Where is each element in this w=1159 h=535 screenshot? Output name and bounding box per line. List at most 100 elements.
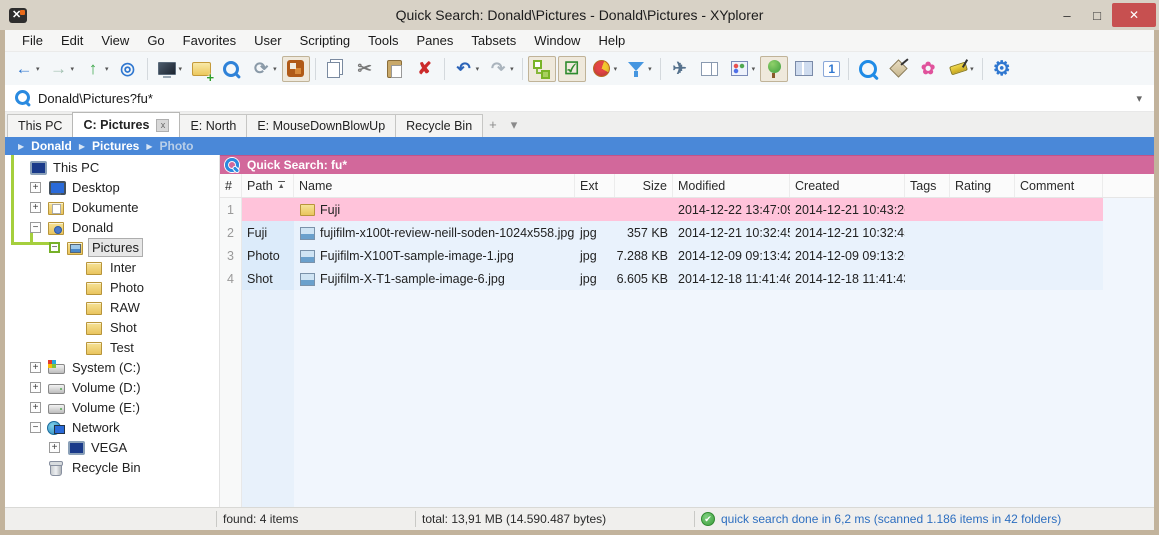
tree-item-inter[interactable]: Inter (5, 257, 219, 277)
maximize-button[interactable]: □ (1082, 4, 1112, 26)
up-button[interactable]: ↑▾ (79, 56, 112, 82)
breadcrumb-item-pictures[interactable]: Pictures (92, 139, 139, 153)
dropdown-caret-icon[interactable]: ▾ (179, 65, 183, 73)
column-header-created[interactable]: Created (790, 174, 905, 197)
cut-button[interactable]: ✂ (351, 56, 379, 82)
expand-box[interactable]: + (30, 382, 41, 393)
tree-item-volume-d[interactable]: +Volume (D:) (5, 377, 219, 397)
folder-size-pie-button[interactable]: ▾ (588, 56, 621, 82)
close-button[interactable]: ✕ (1112, 3, 1156, 27)
collapse-box[interactable]: − (30, 222, 41, 233)
dropdown-caret-icon[interactable]: ▾ (752, 65, 756, 73)
menu-item-tabsets[interactable]: Tabsets (462, 33, 525, 48)
column-header-tags[interactable]: Tags (905, 174, 950, 197)
menu-item-file[interactable]: File (13, 33, 52, 48)
tab-e-mousedownblowup[interactable]: E: MouseDownBlowUp (246, 114, 396, 137)
column-header-ext[interactable]: Ext (575, 174, 615, 197)
menu-item-window[interactable]: Window (525, 33, 589, 48)
expand-box[interactable]: + (30, 202, 41, 213)
tree-item-system-c[interactable]: +System (C:) (5, 357, 219, 377)
show-tree-button[interactable] (760, 56, 788, 82)
color-filter-button[interactable]: ✿ (914, 56, 942, 82)
refresh-button[interactable]: ⟳▾ (247, 56, 280, 82)
dropdown-caret-icon[interactable]: ▾ (510, 65, 514, 73)
visual-filter-button[interactable]: ▾ (622, 56, 655, 82)
label-button[interactable] (884, 56, 912, 82)
paste-button[interactable] (381, 56, 409, 82)
find-files-button[interactable] (854, 56, 882, 82)
tree-item-desktop[interactable]: +Desktop (5, 177, 219, 197)
column-header-size[interactable]: Size (615, 174, 673, 197)
expand-box[interactable]: + (30, 402, 41, 413)
tree-item-recycle-bin[interactable]: Recycle Bin (5, 457, 219, 477)
send-to-button[interactable]: ✈ (666, 56, 694, 82)
tab-e-north[interactable]: E: North (179, 114, 247, 137)
address-dropdown-button[interactable]: ▾ (1132, 92, 1146, 105)
tree-item-pictures[interactable]: −Pictures (5, 237, 219, 257)
customize-button[interactable]: ▾ (944, 56, 977, 82)
column-header-path[interactable]: Path▲ (242, 174, 294, 197)
file-row[interactable]: 1Fuji2014-12-22 13:47:092014-12-21 10:43… (220, 198, 1154, 221)
dropdown-caret-icon[interactable]: ▾ (71, 65, 75, 73)
menu-item-tools[interactable]: Tools (359, 33, 407, 48)
column-header-num[interactable]: # (220, 174, 242, 197)
expand-box[interactable]: + (30, 182, 41, 193)
tree-item-raw[interactable]: RAW (5, 297, 219, 317)
column-header-rating[interactable]: Rating (950, 174, 1015, 197)
menu-item-panes[interactable]: Panes (408, 33, 463, 48)
tab-list-button[interactable]: ▾ (504, 117, 525, 133)
tree-item-network[interactable]: −Network (5, 417, 219, 437)
menu-item-favorites[interactable]: Favorites (174, 33, 245, 48)
copy-pages-button[interactable] (696, 56, 724, 82)
tab-close-button[interactable]: x (156, 119, 169, 132)
breadcrumb-item-photo[interactable]: Photo (160, 139, 194, 153)
tree-item-dokumente[interactable]: +Dokumente (5, 197, 219, 217)
tab-this-pc[interactable]: This PC (7, 114, 73, 137)
column-header-modified[interactable]: Modified (673, 174, 790, 197)
hotlist-button[interactable]: ◎ (114, 56, 142, 82)
live-filter-box-button[interactable] (217, 56, 245, 82)
forward-button[interactable]: →▾ (45, 56, 78, 82)
undo-button[interactable]: ↶▾ (450, 56, 483, 82)
dropdown-caret-icon[interactable]: ▾ (105, 65, 109, 73)
dropdown-caret-icon[interactable]: ▾ (476, 65, 480, 73)
tree-item-volume-e[interactable]: +Volume (E:) (5, 397, 219, 417)
single-pane-button[interactable]: 1 (820, 56, 843, 82)
delete-button[interactable]: ✘ (411, 56, 439, 82)
redo-button[interactable]: ↷▾ (484, 56, 517, 82)
file-row[interactable]: 2Fujifujifilm-x100t-review-neill-soden-1… (220, 221, 1154, 244)
menu-item-view[interactable]: View (92, 33, 138, 48)
menu-item-edit[interactable]: Edit (52, 33, 92, 48)
menu-item-scripting[interactable]: Scripting (291, 33, 360, 48)
expand-box[interactable]: + (30, 362, 41, 373)
breadcrumb-item-donald[interactable]: Donald (31, 139, 72, 153)
dropdown-caret-icon[interactable]: ▾ (648, 65, 652, 73)
tree-item-this-pc[interactable]: This PC (5, 157, 219, 177)
tab-recycle-bin[interactable]: Recycle Bin (395, 114, 483, 137)
new-folder-button[interactable] (187, 56, 215, 82)
tree-item-donald[interactable]: −Donald (5, 217, 219, 237)
collapse-box[interactable]: − (49, 242, 60, 253)
dual-pane-button[interactable] (790, 56, 818, 82)
minimize-button[interactable]: – (1052, 4, 1082, 26)
tree-item-photo[interactable]: Photo (5, 277, 219, 297)
checkbox-selection-button[interactable]: ☑ (558, 56, 586, 82)
menu-item-go[interactable]: Go (138, 33, 173, 48)
dropdown-caret-icon[interactable]: ▾ (273, 65, 277, 73)
column-header-comment[interactable]: Comment (1015, 174, 1103, 197)
expand-box[interactable]: + (49, 442, 60, 453)
tree-item-test[interactable]: Test (5, 337, 219, 357)
menu-item-user[interactable]: User (245, 33, 290, 48)
tab-c-pictures[interactable]: C: Picturesx (72, 112, 180, 137)
show-desktop-button[interactable]: ▾ (153, 56, 186, 82)
dropdown-caret-icon[interactable]: ▾ (614, 65, 618, 73)
mini-tree-button[interactable] (528, 56, 556, 82)
copy-button[interactable] (321, 56, 349, 82)
dropdown-caret-icon[interactable]: ▾ (36, 65, 40, 73)
address-input[interactable]: Donald\Pictures?fu* (38, 91, 1132, 106)
new-tab-button[interactable]: + (482, 117, 504, 132)
column-header-name[interactable]: Name (294, 174, 575, 197)
file-row[interactable]: 3PhotoFujifilm-X100T-sample-image-1.jpgj… (220, 244, 1154, 267)
view-details-button[interactable]: ▾ (726, 56, 759, 82)
highlight-folder-button[interactable] (282, 56, 310, 82)
